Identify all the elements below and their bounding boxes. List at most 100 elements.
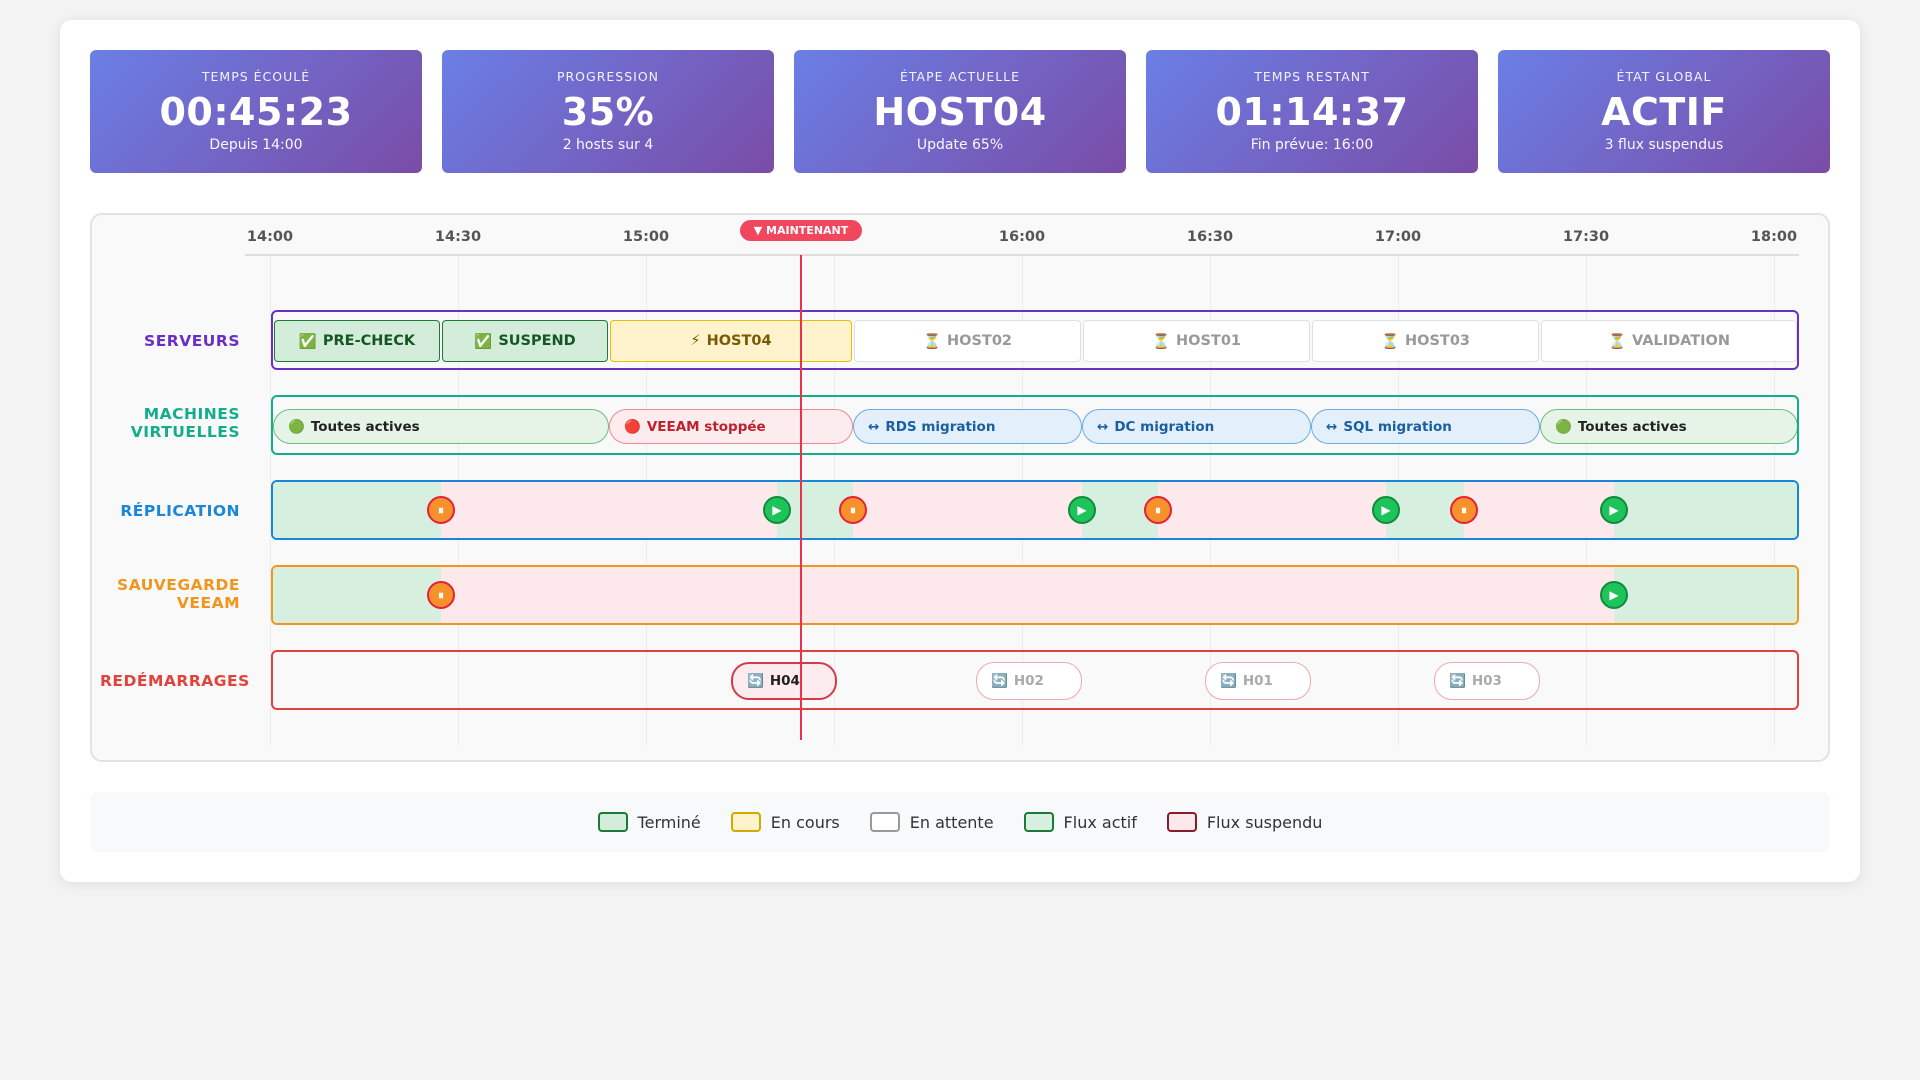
- vm-status-label: Toutes actives: [1577, 418, 1687, 435]
- hourglass-icon: ⏳: [922, 333, 942, 350]
- legend-item: Terminé: [597, 812, 701, 832]
- vm-status-label: VEEAM stoppée: [646, 418, 766, 435]
- legend-label: En cours: [770, 812, 840, 832]
- legend-swatch: [597, 812, 628, 832]
- play-icon[interactable]: ▶: [1068, 496, 1096, 524]
- server-step-label: HOST01: [1176, 333, 1242, 349]
- stat-value: 01:14:37: [1215, 90, 1409, 134]
- server-step-pre-check[interactable]: ✅ PRE-CHECK: [274, 320, 440, 362]
- check-icon: ✅: [474, 333, 493, 350]
- server-step-label: HOST03: [1405, 333, 1471, 349]
- lightning-icon: ⚡: [690, 333, 701, 349]
- stat-subtext: 3 flux suspendus: [1604, 137, 1724, 153]
- legend-item: Flux suspendu: [1166, 812, 1323, 832]
- stats-row: TEMPS ÉCOULÉ 00:45:23 Depuis 14:00 PROGR…: [90, 50, 1830, 173]
- reboot-h03[interactable]: 🔄 H03: [1434, 662, 1540, 700]
- reboot-h04[interactable]: 🔄 H04: [731, 662, 837, 700]
- legend: Terminé En cours En attente Flux actif Flux …: [90, 792, 1830, 852]
- legend-item: En attente: [869, 812, 994, 832]
- server-step-validation[interactable]: ⏳ VALIDATION: [1541, 320, 1797, 362]
- server-step-host02[interactable]: ⏳ HOST02: [854, 320, 1081, 362]
- hourglass-icon: ⏳: [1151, 333, 1171, 350]
- server-step-label: PRE-CHECK: [322, 333, 416, 349]
- pause-icon[interactable]: ⏸: [1144, 496, 1172, 524]
- flow-suspended-band: [1464, 482, 1614, 538]
- stat-card-elapsed: TEMPS ÉCOULÉ 00:45:23 Depuis 14:00: [90, 50, 422, 173]
- stat-subtext: Depuis 14:00: [209, 137, 303, 153]
- vm-status-label: RDS migration: [885, 418, 996, 435]
- time-tick-label: 14:30: [434, 229, 482, 245]
- server-step-host04[interactable]: ⚡ HOST04: [610, 320, 852, 362]
- flow-suspended-band: [441, 482, 777, 538]
- flow-active-band: [1614, 482, 1797, 538]
- swap-arrows-icon: ↔: [868, 418, 880, 435]
- flow-suspended-band: [853, 482, 1082, 538]
- row-label-line: SAUVEGARDE: [117, 576, 240, 594]
- reboot-label: H02: [1013, 673, 1044, 689]
- green-dot-icon: 🟢: [1555, 418, 1572, 435]
- time-tick-label: 18:00: [1750, 229, 1798, 245]
- reboot-label: H04: [769, 673, 800, 689]
- flow-active-band: [273, 567, 441, 623]
- vm-status-4[interactable]: ↔ SQL migration: [1311, 409, 1540, 444]
- check-icon: ✅: [298, 333, 317, 350]
- stat-label: TEMPS ÉCOULÉ: [201, 69, 311, 84]
- vm-status-0[interactable]: 🟢 Toutes actives: [273, 409, 609, 444]
- play-icon[interactable]: ▶: [763, 496, 791, 524]
- play-icon[interactable]: ▶: [1372, 496, 1400, 524]
- row-label-reboots: REDÉMARRAGES: [100, 672, 250, 690]
- reboot-h02[interactable]: 🔄 H02: [976, 662, 1082, 700]
- vm-status-5[interactable]: 🟢 Toutes actives: [1540, 409, 1797, 444]
- vm-status-label: SQL migration: [1343, 418, 1452, 435]
- stat-card-global-state: ÉTAT GLOBAL ACTIF 3 flux suspendus: [1498, 50, 1830, 173]
- stat-card-progress: PROGRESSION 35% 2 hosts sur 4: [442, 50, 774, 173]
- time-tick-label: 16:00: [998, 229, 1046, 245]
- pause-icon[interactable]: ⏸: [427, 581, 455, 609]
- stat-label: ÉTAT GLOBAL: [1616, 69, 1712, 84]
- stat-card-current-step: ÉTAPE ACTUELLE HOST04 Update 65%: [794, 50, 1126, 173]
- legend-swatch: [1166, 812, 1197, 832]
- hourglass-icon: ⏳: [1380, 333, 1400, 350]
- reboot-icon: 🔄: [747, 673, 764, 689]
- flow-suspended-band: [1158, 482, 1386, 538]
- stat-card-remaining: TEMPS RESTANT 01:14:37 Fin prévue: 16:00: [1146, 50, 1478, 173]
- row-label-line: VEEAM: [176, 594, 240, 612]
- row-label-line: VIRTUELLES: [130, 423, 240, 441]
- server-step-label: SUSPEND: [498, 333, 576, 349]
- flow-active-band: [1614, 567, 1797, 623]
- vm-status-label: DC migration: [1114, 418, 1215, 435]
- time-tick-label: 16:30: [1186, 229, 1234, 245]
- stat-subtext: 2 hosts sur 4: [562, 137, 654, 153]
- play-icon[interactable]: ▶: [1600, 496, 1628, 524]
- play-icon[interactable]: ▶: [1600, 581, 1628, 609]
- flow-active-band: [273, 482, 441, 538]
- vm-status-2[interactable]: ↔ RDS migration: [853, 409, 1082, 444]
- timeline-panel: 14:0014:3015:0015:3016:0016:3017:0017:30…: [90, 213, 1830, 762]
- hourglass-icon: ⏳: [1607, 333, 1627, 350]
- swap-arrows-icon: ↔: [1097, 418, 1109, 435]
- vm-status-1[interactable]: 🔴 VEEAM stoppée: [609, 409, 853, 444]
- server-step-label: HOST04: [706, 333, 772, 349]
- pause-icon[interactable]: ⏸: [839, 496, 867, 524]
- row-label-vms: MACHINES VIRTUELLES: [100, 405, 240, 441]
- vm-status-3[interactable]: ↔ DC migration: [1082, 409, 1311, 444]
- legend-swatch: [1023, 812, 1054, 832]
- time-tick-label: 17:30: [1562, 229, 1610, 245]
- stat-label: PROGRESSION: [556, 69, 660, 84]
- reboot-icon: 🔄: [991, 673, 1008, 689]
- reboot-h01[interactable]: 🔄 H01: [1205, 662, 1311, 700]
- server-step-host03[interactable]: ⏳ HOST03: [1312, 320, 1539, 362]
- pause-icon[interactable]: ⏸: [1450, 496, 1478, 524]
- legend-label: Flux suspendu: [1206, 812, 1323, 832]
- pause-icon[interactable]: ⏸: [427, 496, 455, 524]
- lane-vms: 🟢 Toutes actives 🔴 VEEAM stoppée ↔ RDS migrat…: [271, 395, 1799, 455]
- server-step-host01[interactable]: ⏳ HOST01: [1083, 320, 1310, 362]
- time-tick-label: 15:00: [622, 229, 670, 245]
- server-step-suspend[interactable]: ✅ SUSPEND: [442, 320, 608, 362]
- now-line: [800, 255, 802, 740]
- flow-suspended-band: [441, 567, 1614, 623]
- row-label-backup: SAUVEGARDE VEEAM: [100, 576, 240, 612]
- lane-replication: ⏸ ▶ ⏸ ▶ ⏸ ▶ ⏸ ▶: [271, 480, 1799, 540]
- legend-swatch: [869, 812, 900, 832]
- row-label-line: MACHINES: [143, 405, 240, 423]
